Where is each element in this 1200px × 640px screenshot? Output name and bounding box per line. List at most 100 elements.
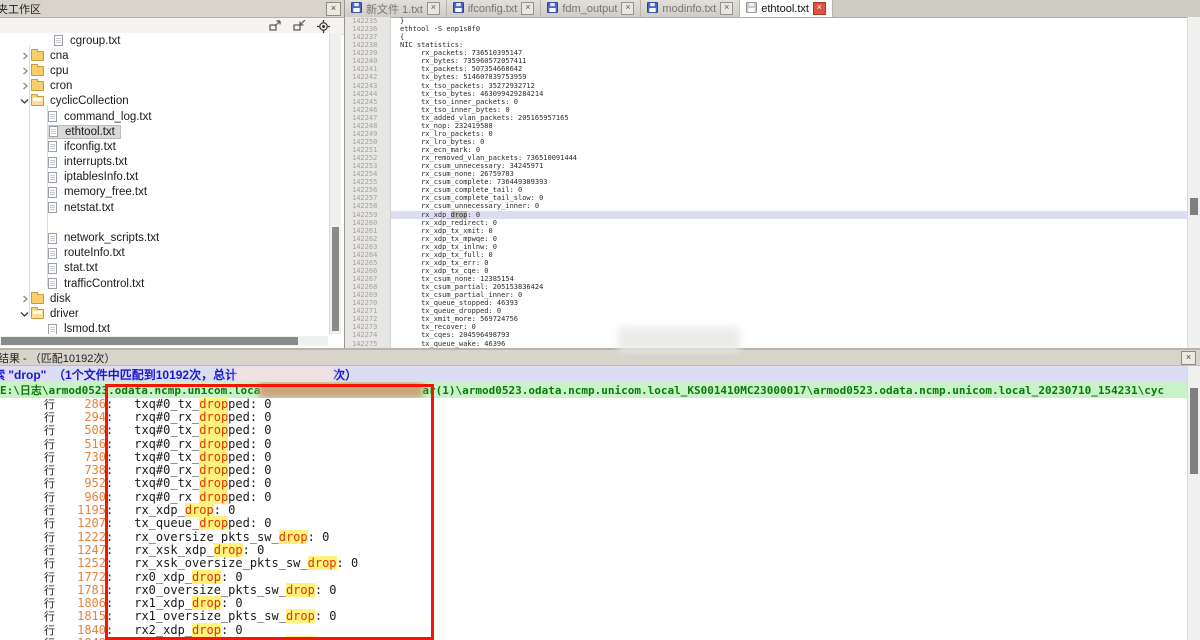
tree-hscroll-thumb[interactable]	[1, 337, 298, 345]
editor-tab-modinfo-txt[interactable]: modinfo.txt ×	[641, 0, 740, 17]
result-line-number: 286	[62, 397, 106, 411]
folder-icon	[31, 309, 44, 319]
line-number: 142259	[345, 211, 391, 219]
file-icon	[48, 324, 57, 334]
line-number: 142275	[345, 340, 391, 348]
tree-item-label: command_log.txt	[62, 111, 154, 123]
keyword-highlight: drop	[451, 211, 468, 219]
editor-line: 142237{	[345, 33, 1188, 41]
line-number: 142245	[345, 98, 391, 106]
line-number: 142253	[345, 162, 391, 170]
editor-tab-ifconfig-txt[interactable]: ifconfig.txt ×	[447, 0, 542, 17]
editor-line: 142255 rx_csum_complete: 736449389393	[345, 178, 1188, 186]
tab-close-icon[interactable]: ×	[521, 2, 534, 15]
results-vertical-scrollbar[interactable]	[1187, 366, 1200, 640]
collapse-all-icon[interactable]	[293, 20, 306, 32]
line-number: 142246	[345, 106, 391, 114]
workspace-title: 夹工作区	[0, 1, 41, 17]
editor-line: 142245 tx_tso_inner_packets: 0	[345, 98, 1188, 106]
tree-item-cgroup-txt[interactable]: cgroup.txt	[0, 33, 329, 48]
line-number: 142248	[345, 122, 391, 130]
tree-horizontal-scrollbar[interactable]	[0, 336, 328, 346]
tab-close-icon[interactable]: ×	[621, 2, 634, 15]
tree-item-label: ethtool.txt	[63, 126, 117, 138]
line-number: 142266	[345, 267, 391, 275]
tree-item-ethtool-txt[interactable]: ethtool.txt	[0, 124, 329, 139]
folder-icon	[31, 96, 44, 106]
line-number: 142237	[345, 33, 391, 41]
editor-line: 142236ethtool -S enp1s0f0	[345, 25, 1188, 33]
floppy-icon	[453, 2, 464, 16]
editor-line: 142235}	[345, 17, 1188, 25]
editor-vertical-scrollbar[interactable]	[1187, 17, 1200, 348]
line-number: 142236	[345, 25, 391, 33]
result-line-number: 1815	[62, 609, 106, 623]
line-number: 142262	[345, 235, 391, 243]
tree-item-lsmod-txt[interactable]: lsmod.txt	[0, 322, 329, 334]
editor-line: 142256 rx_csum_complete_tail: 0	[345, 186, 1188, 194]
tree-item-cron[interactable]: cron	[0, 79, 329, 94]
tab-close-icon[interactable]: ×	[720, 2, 733, 15]
tree-item-trafficControl-txt[interactable]: trafficControl.txt	[0, 276, 329, 291]
file-path-suffix: ar(1)\armod0523.odata.ncmp.unicom.local_…	[422, 384, 1164, 397]
tree-item-command-log-txt[interactable]: command_log.txt	[0, 109, 329, 124]
redaction-blur	[618, 327, 740, 351]
tree-item-stat-txt[interactable]: stat.txt	[0, 261, 329, 276]
tree-vertical-scrollbar[interactable]	[329, 33, 341, 334]
result-line-number: 738	[62, 463, 106, 477]
result-line-number: 1849	[62, 636, 106, 640]
tree-item-routeInfo-txt[interactable]: routeInfo.txt	[0, 246, 329, 261]
tree-item-label: cna	[48, 50, 71, 62]
tree-item-network-scripts-txt[interactable]: network_scripts.txt	[0, 230, 329, 245]
tree-item-disk[interactable]: disk	[0, 291, 329, 306]
search-summary-text: 索 "drop" （1个文件中匹配到10192次，总计	[0, 366, 237, 382]
results-close-icon[interactable]: ×	[1181, 351, 1196, 365]
tree-item-label: lsmod.txt	[62, 323, 112, 334]
tree-item-iptablesInfo-txt[interactable]: iptablesInfo.txt	[0, 170, 329, 185]
line-number: 142244	[345, 90, 391, 98]
tree-item-ifconfig-txt[interactable]: ifconfig.txt	[0, 139, 329, 154]
tree-item-label: iptablesInfo.txt	[62, 171, 140, 183]
results-vscroll-thumb[interactable]	[1190, 388, 1198, 474]
workspace-panel: 夹工作区 × cgroup.txt cnacpucroncyclicCollect…	[0, 0, 345, 348]
tree-vscroll-thumb[interactable]	[332, 227, 339, 331]
tree-item-memory-free-txt[interactable]: memory_free.txt	[0, 185, 329, 200]
editor-tab--1-txt[interactable]: 新文件 1.txt ×	[345, 0, 447, 17]
line-number: 142240	[345, 57, 391, 65]
line-number: 142238	[345, 41, 391, 49]
search-summary-line: 索 "drop" （1个文件中匹配到10192次，总计 次）	[0, 366, 1200, 382]
tree-item-cpu[interactable]: cpu	[0, 63, 329, 78]
tab-close-icon[interactable]: ×	[427, 2, 440, 15]
editor-line: 142266 rx_xdp_tx_cqe: 0	[345, 267, 1188, 275]
locate-current-file-icon[interactable]	[317, 20, 330, 33]
tab-close-icon[interactable]: ×	[813, 2, 826, 15]
line-number: 142261	[345, 227, 391, 235]
result-line-number: 1195	[62, 503, 106, 517]
tree-spacer-row	[0, 215, 329, 230]
tree-item-label: driver	[48, 308, 81, 320]
tree-item-netstat-txt[interactable]: netstat.txt	[0, 200, 329, 215]
tree-item-interrupts-txt[interactable]: interrupts.txt	[0, 155, 329, 170]
line-number: 142249	[345, 130, 391, 138]
editor-tabbar: 新文件 1.txt × ifconfig.txt × fdm_output × …	[345, 0, 1200, 18]
line-number: 142257	[345, 194, 391, 202]
tree-item-cyclicCollection[interactable]: cyclicCollection	[0, 94, 329, 109]
tree-item-driver[interactable]: driver	[0, 306, 329, 321]
editor-text-area[interactable]: 142235} 142236ethtool -S enp1s0f0 142237…	[345, 17, 1188, 348]
file-icon	[48, 202, 57, 213]
result-line-number: 1207	[62, 516, 106, 530]
tree-item-cna[interactable]: cna	[0, 48, 329, 63]
editor-line: 142253 rx_csum_unnecessary: 34245971	[345, 162, 1188, 170]
line-number: 142256	[345, 186, 391, 194]
editor-tab-fdm-output[interactable]: fdm_output ×	[541, 0, 641, 17]
workspace-close-icon[interactable]: ×	[326, 2, 341, 16]
expand-all-icon[interactable]	[269, 20, 282, 32]
editor-tab-ethtool-txt[interactable]: ethtool.txt ×	[740, 0, 833, 17]
folder-icon	[31, 66, 44, 76]
file-icon	[48, 248, 57, 259]
editor-line: 142275 tx_queue_wake: 46396	[345, 340, 1188, 348]
line-number: 142254	[345, 170, 391, 178]
file-icon	[48, 157, 57, 168]
editor-line: 142248 tx_nop: 232419588	[345, 122, 1188, 130]
editor-vscroll-thumb[interactable]	[1190, 198, 1198, 215]
